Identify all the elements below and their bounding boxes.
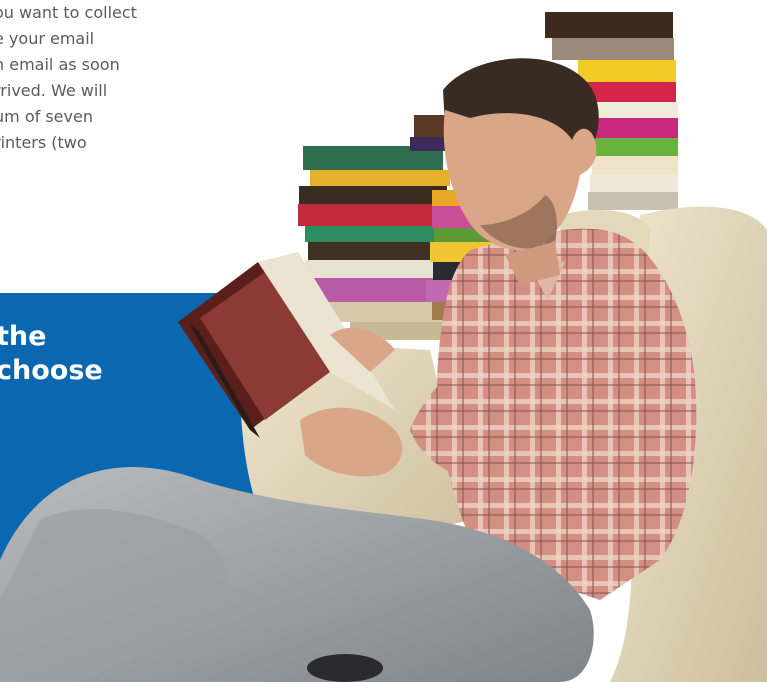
page: ou want to collect e your email n email …: [0, 0, 767, 682]
reading-man-photo: [0, 12, 767, 682]
shoe: [307, 654, 383, 682]
